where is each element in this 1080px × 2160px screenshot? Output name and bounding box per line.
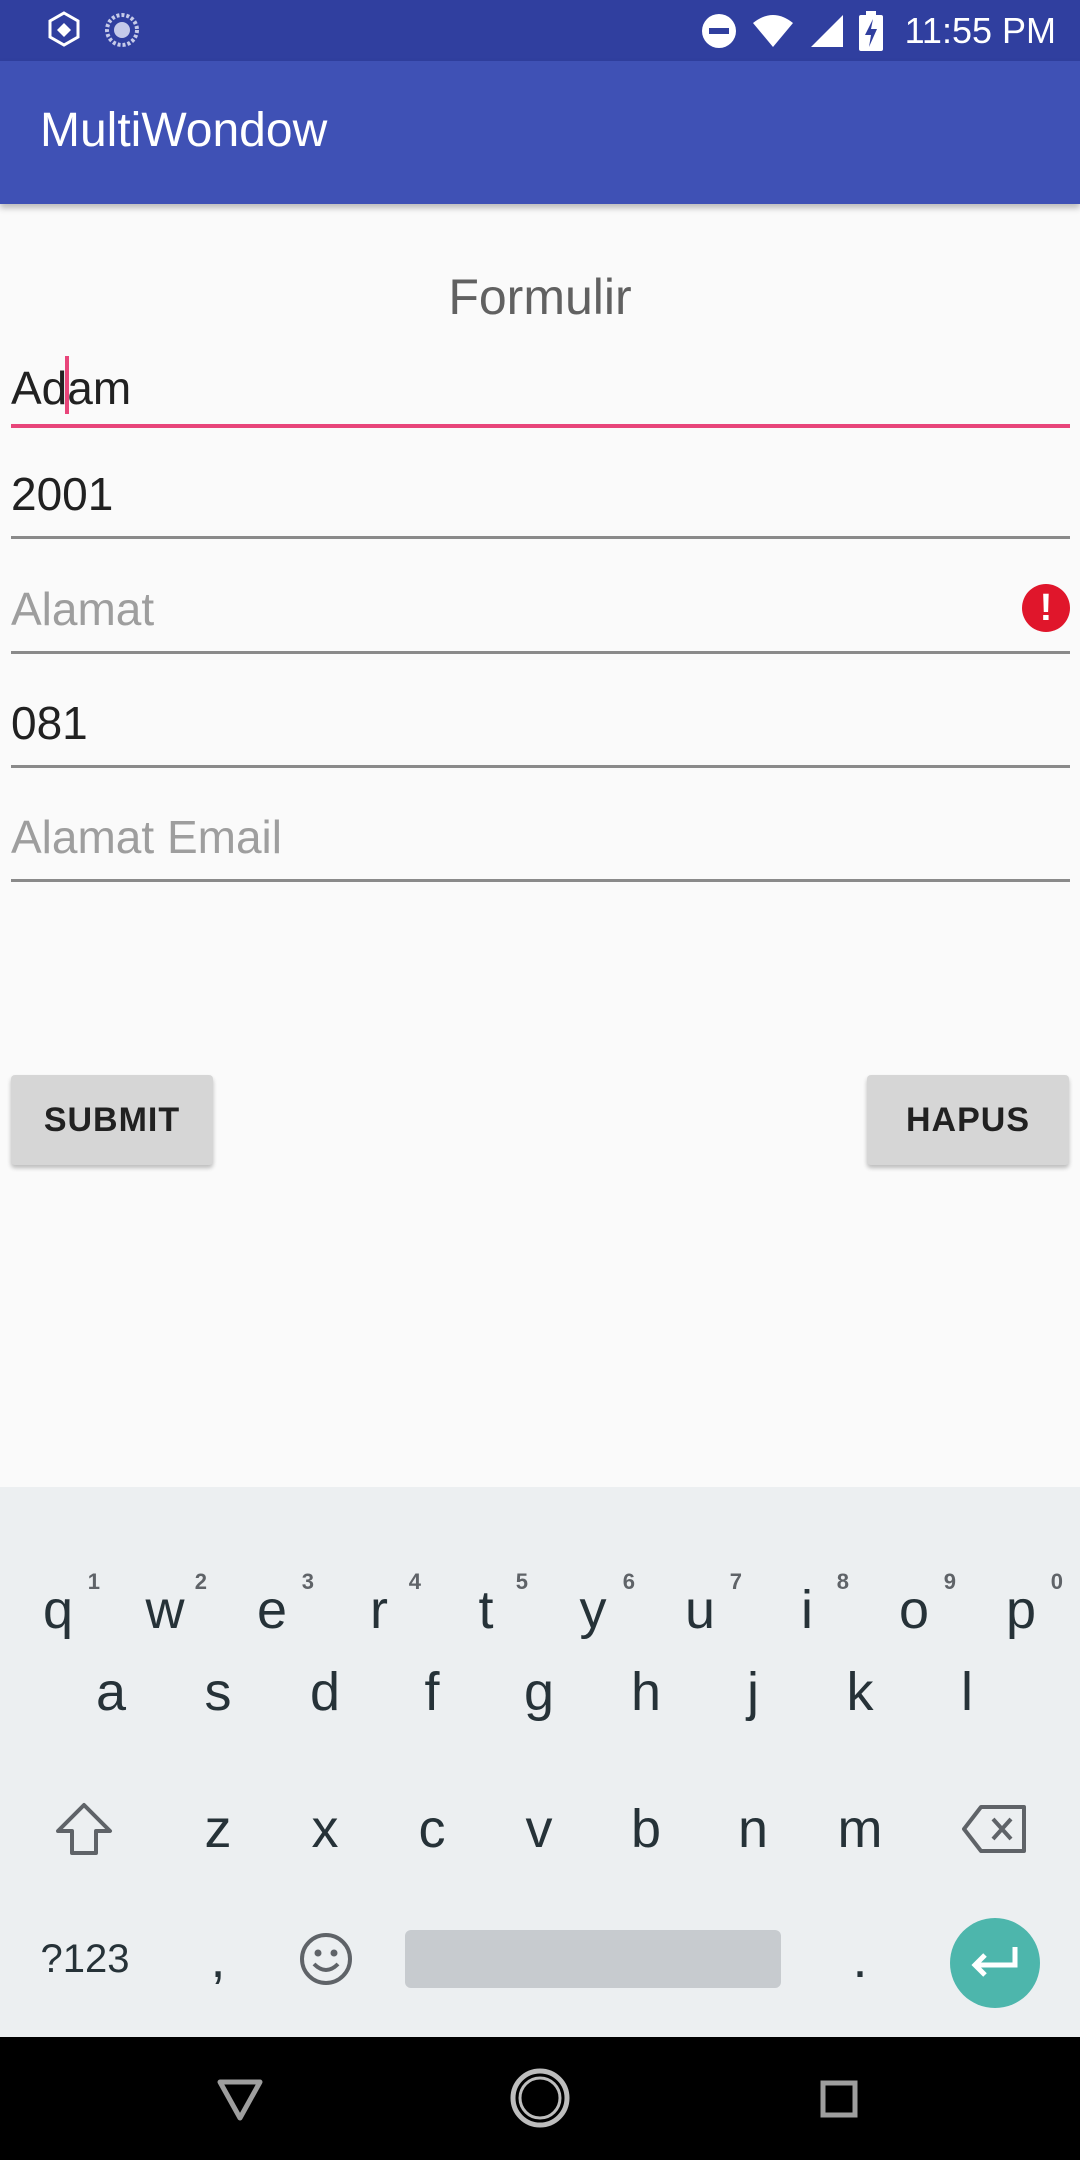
key-d[interactable]: d [271,1637,379,1747]
phone-field-underline [11,765,1070,768]
key-label: t [478,1580,494,1640]
key-label: i [801,1580,813,1640]
sync-icon [105,13,139,47]
key-g[interactable]: g [485,1637,593,1747]
key-l[interactable]: l [913,1637,1021,1747]
shift-key[interactable] [30,1774,138,1884]
name-field-value-rest: am [67,362,132,414]
key-v[interactable]: v [485,1774,593,1884]
error-icon[interactable]: ! [1022,584,1070,632]
key-b[interactable]: b [592,1774,700,1884]
navigation-bar [0,2037,1080,2160]
shift-icon [56,1803,112,1855]
key-f[interactable]: f [378,1637,486,1747]
backspace-icon [962,1805,1026,1853]
address-field-placeholder: Alamat [11,583,155,635]
comma-key[interactable]: , [164,1904,272,2014]
phone-field[interactable]: 081 [11,688,1070,768]
key-hint: 2 [194,1569,207,1594]
key-label: u [684,1580,716,1640]
wifi-icon [752,14,793,47]
key-label: e [256,1580,288,1640]
app-logo-icon [48,11,80,47]
name-field[interactable]: Adam [11,348,1070,428]
key-hint: 0 [1050,1569,1063,1594]
key-hint: 1 [87,1569,100,1594]
emoji-icon [300,1933,352,1985]
enter-icon [971,1947,1018,1977]
enter-key[interactable] [950,1918,1040,2008]
year-field-underline [11,536,1070,539]
key-j[interactable]: j [699,1637,807,1747]
key-a[interactable]: a [57,1637,165,1747]
home-icon[interactable] [508,2066,572,2130]
emoji-key[interactable] [272,1904,380,2014]
email-field-placeholder: Alamat Email [11,811,282,863]
address-field[interactable]: Alamat ! [11,574,1070,654]
email-field[interactable]: Alamat Email [11,802,1070,882]
key-k[interactable]: k [806,1637,914,1747]
year-field-value: 2001 [11,468,114,520]
key-hint: 9 [943,1569,956,1594]
key-h[interactable]: h [592,1637,700,1747]
key-label: q [42,1580,74,1640]
key-hint: 7 [729,1569,742,1594]
key-m[interactable]: m [806,1774,914,1884]
key-x[interactable]: x [271,1774,379,1884]
key-hint: 4 [408,1569,421,1594]
app-title: MultiWondow [40,104,328,157]
recents-icon[interactable] [819,2079,859,2119]
key-hint: 3 [301,1569,314,1594]
key-s[interactable]: s [164,1637,272,1747]
key-z[interactable]: z [164,1774,272,1884]
battery-charging-icon [858,10,883,51]
key-hint: 8 [836,1569,849,1594]
year-field[interactable]: 2001 [11,459,1070,539]
status-bar: 11:55 PM [0,0,1080,61]
key-label: r [370,1580,388,1640]
form-title: Formulir [448,269,632,325]
soft-keyboard: q1 w2 e3 r4 t5 y6 u7 i8 o9 p0 asdfghjkl zxcvbnm ?… [0,1487,1080,2037]
clear-button[interactable]: HAPUS [867,1075,1069,1165]
address-field-underline [11,651,1070,654]
email-field-underline [11,879,1070,882]
text-cursor [65,356,70,414]
key-label: y [579,1580,607,1640]
key-label: o [898,1580,930,1640]
signal-icon [810,14,843,47]
space-key[interactable] [405,1930,781,1988]
key-c[interactable]: c [378,1774,486,1884]
app-bar: MultiWondow [0,61,1080,204]
key-label: w [145,1580,185,1640]
name-field-value: Adam [11,356,131,415]
key-label: p [1005,1580,1037,1640]
key-n[interactable]: n [699,1774,807,1884]
symbols-key[interactable]: ?123 [30,1904,140,2014]
backspace-key[interactable] [940,1774,1048,1884]
back-icon[interactable] [215,2077,265,2123]
do-not-disturb-icon [701,13,736,48]
submit-button[interactable]: SUBMIT [11,1075,213,1165]
key-hint: 5 [515,1569,528,1594]
phone-field-value: 081 [11,697,88,749]
period-key[interactable]: . [806,1904,914,2014]
name-field-underline [11,424,1070,428]
key-hint: 6 [622,1569,635,1594]
status-time: 11:55 PM [904,9,1056,51]
